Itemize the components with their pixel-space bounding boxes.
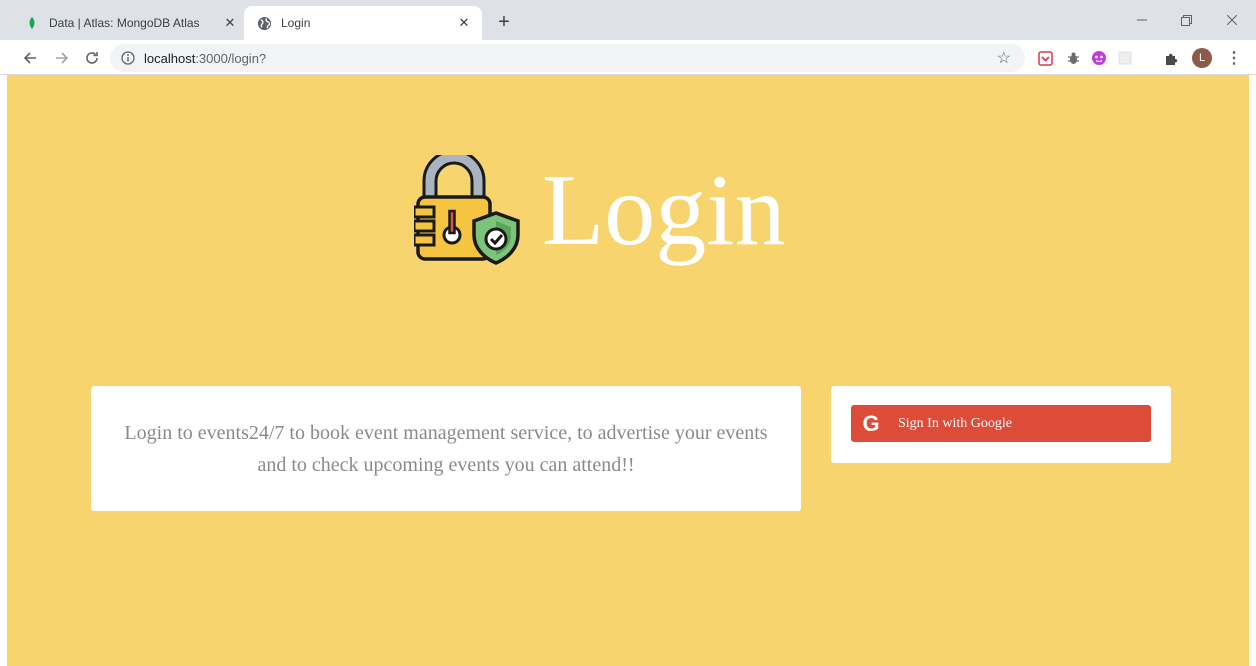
pocket-extension-icon[interactable] xyxy=(1036,49,1054,67)
bookmark-star-icon[interactable]: ☆ xyxy=(997,48,1011,68)
globe-icon xyxy=(256,15,272,31)
page-title: Login xyxy=(542,154,786,267)
login-page: Login Login to events24/7 to book event … xyxy=(7,75,1249,666)
google-signin-button[interactable]: G Sign In with Google xyxy=(851,405,1151,442)
google-signin-label: Sign In with Google xyxy=(898,415,1012,431)
info-card: Login to events24/7 to book event manage… xyxy=(91,386,801,511)
forward-arrow-icon[interactable] xyxy=(50,46,74,70)
signin-card: G Sign In with Google xyxy=(831,386,1171,463)
login-description: Login to events24/7 to book event manage… xyxy=(124,421,768,476)
more-menu-icon[interactable]: ⋮ xyxy=(1226,48,1242,68)
leaf-icon xyxy=(24,15,40,31)
emoji-extension-icon[interactable] xyxy=(1090,49,1108,67)
tab-login[interactable]: Login ✕ xyxy=(244,6,482,40)
browser-toolbar: localhost:3000/login? ☆ L ⋮ xyxy=(0,40,1256,75)
url-path: :3000/login? xyxy=(195,50,267,66)
tab-strip: Data | Atlas: MongoDB Atlas ✕ Login ✕ + xyxy=(0,0,1256,40)
close-icon[interactable]: ✕ xyxy=(222,15,238,31)
restore-icon[interactable] xyxy=(1166,6,1206,34)
url-host: localhost xyxy=(144,50,196,66)
close-icon[interactable]: ✕ xyxy=(456,15,472,31)
bug-extension-icon[interactable] xyxy=(1064,49,1082,67)
lock-shield-icon xyxy=(414,155,520,265)
back-arrow-icon[interactable] xyxy=(18,46,42,70)
login-header: Login xyxy=(414,155,786,267)
info-icon[interactable] xyxy=(120,50,136,66)
blank-extension-icon[interactable] xyxy=(1116,49,1134,67)
tab-title: Data | Atlas: MongoDB Atlas xyxy=(49,16,200,30)
close-window-icon[interactable] xyxy=(1212,6,1252,34)
puzzle-extensions-icon[interactable] xyxy=(1162,49,1180,67)
address-bar[interactable]: localhost:3000/login? ☆ xyxy=(110,44,1025,72)
google-icon: G xyxy=(862,410,880,436)
new-tab-button[interactable]: + xyxy=(493,12,515,34)
tab-title: Login xyxy=(281,16,311,30)
minimize-icon[interactable] xyxy=(1122,6,1162,34)
profile-avatar[interactable]: L xyxy=(1192,48,1212,68)
tab-mongodb-atlas[interactable]: Data | Atlas: MongoDB Atlas ✕ xyxy=(8,6,248,40)
reload-icon[interactable] xyxy=(80,46,104,70)
